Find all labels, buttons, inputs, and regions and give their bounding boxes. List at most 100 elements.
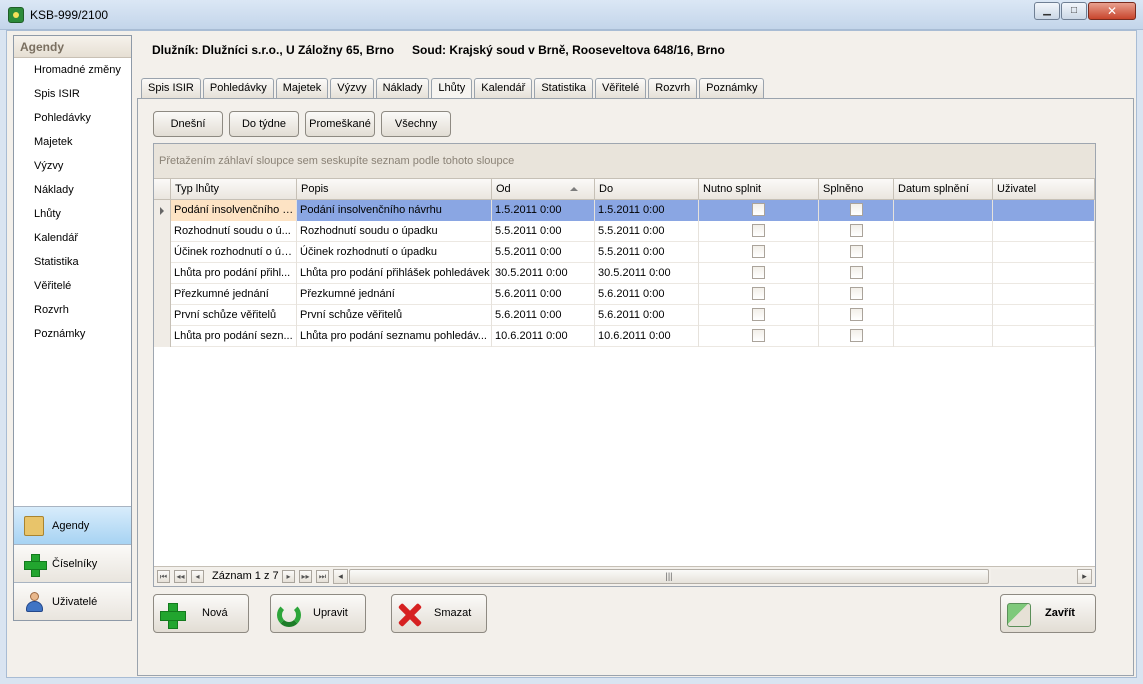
tab-vyzvy[interactable]: Výzvy xyxy=(330,78,374,99)
done-checkbox[interactable] xyxy=(849,203,863,216)
cell-typ[interactable]: Lhůta pro podání přihl... xyxy=(171,263,297,284)
tab-naklady[interactable]: Náklady xyxy=(375,78,430,99)
column-header-popis[interactable]: Popis xyxy=(297,179,492,200)
maximize-button[interactable]: □ xyxy=(1061,2,1087,20)
nav-item-poznamky[interactable]: Poznámky xyxy=(14,322,131,346)
nav-item-rozvrh[interactable]: Rozvrh xyxy=(14,298,131,322)
table-row[interactable]: Lhůta pro podání sezn... Lhůta pro podání… xyxy=(154,326,1095,347)
tab-rozvrh[interactable]: Rozvrh xyxy=(648,78,698,99)
row-selector[interactable] xyxy=(154,305,171,326)
nav-item-vyzvy[interactable]: Výzvy xyxy=(14,154,131,178)
table-row[interactable]: Podání insolvenčního n... Podání insolven… xyxy=(154,200,1095,221)
filter-today-button[interactable]: Dnešní xyxy=(153,111,223,137)
nav-item-kalendar[interactable]: Kalendář xyxy=(14,226,131,250)
row-selector[interactable] xyxy=(154,326,171,347)
first-record-button[interactable]: ⏮ xyxy=(157,570,170,583)
column-header-datum-splneni[interactable]: Datum splnění xyxy=(894,179,993,200)
cell-od[interactable]: 10.6.2011 0:00 xyxy=(492,326,595,347)
cell-splneno[interactable] xyxy=(819,305,894,326)
cell-uzivatel[interactable] xyxy=(993,263,1095,284)
tab-kalendar[interactable]: Kalendář xyxy=(474,78,533,99)
row-selector[interactable] xyxy=(154,263,171,284)
required-checkbox[interactable] xyxy=(752,203,765,216)
column-header-od[interactable]: Od xyxy=(492,179,595,200)
cell-do[interactable]: 5.5.2011 0:00 xyxy=(595,242,699,263)
cell-splneno[interactable] xyxy=(819,200,894,221)
next-page-button[interactable]: ▸▸ xyxy=(299,570,312,583)
cell-splneno[interactable] xyxy=(819,263,894,284)
tab-spis-isir[interactable]: Spis ISIR xyxy=(141,78,201,99)
cell-od[interactable]: 30.5.2011 0:00 xyxy=(492,263,595,284)
nav-item-lhuty[interactable]: Lhůty xyxy=(14,202,131,226)
filter-all-button[interactable]: Všechny xyxy=(381,111,451,137)
cell-uzivatel[interactable] xyxy=(993,284,1095,305)
cell-popis[interactable]: První schůze věřitelů xyxy=(297,305,492,326)
filter-missed-button[interactable]: Promeškané xyxy=(305,111,375,137)
cell-uzivatel[interactable] xyxy=(993,305,1095,326)
cell-nutno-splnit[interactable] xyxy=(699,242,819,263)
cell-datum-splneni[interactable] xyxy=(894,326,993,347)
column-header-splneno[interactable]: Splněno xyxy=(819,179,894,200)
cell-datum-splneni[interactable] xyxy=(894,200,993,221)
delete-button[interactable]: Smazat xyxy=(391,594,487,633)
row-selector[interactable] xyxy=(154,221,171,242)
group-by-panel[interactable]: Přetažením záhlaví sloupce sem seskupíte… xyxy=(154,144,1095,179)
done-checkbox[interactable] xyxy=(849,287,863,300)
table-row[interactable]: Lhůta pro podání přihl... Lhůta pro podán… xyxy=(154,263,1095,284)
edit-button[interactable]: Upravit xyxy=(270,594,366,633)
cell-datum-splneni[interactable] xyxy=(894,263,993,284)
minimize-button[interactable]: ▁ xyxy=(1034,2,1060,20)
tab-lhuty[interactable]: Lhůty xyxy=(431,78,473,100)
column-header-typ[interactable]: Typ lhůty xyxy=(171,179,297,200)
required-checkbox[interactable] xyxy=(752,329,765,342)
nav-item-naklady[interactable]: Náklady xyxy=(14,178,131,202)
nav-item-spis-isir[interactable]: Spis ISIR xyxy=(14,82,131,106)
nav-item-statistika[interactable]: Statistika xyxy=(14,250,131,274)
cell-od[interactable]: 5.5.2011 0:00 xyxy=(492,242,595,263)
cell-popis[interactable]: Přezkumné jednání xyxy=(297,284,492,305)
row-selector[interactable] xyxy=(154,200,171,221)
cell-typ[interactable]: Lhůta pro podání sezn... xyxy=(171,326,297,347)
cell-typ[interactable]: Účinek rozhodnutí o úp... xyxy=(171,242,297,263)
cell-splneno[interactable] xyxy=(819,221,894,242)
horizontal-scrollbar-thumb[interactable]: ||| xyxy=(349,569,989,584)
cell-popis[interactable]: Podání insolvenčního návrhu xyxy=(297,200,492,221)
cell-od[interactable]: 5.5.2011 0:00 xyxy=(492,221,595,242)
cell-typ[interactable]: Přezkumné jednání xyxy=(171,284,297,305)
cell-popis[interactable]: Lhůta pro podání přihlášek pohledávek xyxy=(297,263,492,284)
nav-item-veritele[interactable]: Věřitelé xyxy=(14,274,131,298)
cell-popis[interactable]: Rozhodnutí soudu o úpadku xyxy=(297,221,492,242)
cell-datum-splneni[interactable] xyxy=(894,305,993,326)
column-header-nutno-splnit[interactable]: Nutno splnit xyxy=(699,179,819,200)
cell-uzivatel[interactable] xyxy=(993,326,1095,347)
tab-poznamky[interactable]: Poznámky xyxy=(699,78,765,99)
cell-nutno-splnit[interactable] xyxy=(699,326,819,347)
horizontal-scrollbar-track[interactable] xyxy=(991,569,1077,584)
cell-typ[interactable]: Podání insolvenčního n... xyxy=(171,200,297,221)
cell-typ[interactable]: Rozhodnutí soudu o ú... xyxy=(171,221,297,242)
required-checkbox[interactable] xyxy=(752,287,765,300)
column-header-do[interactable]: Do xyxy=(595,179,699,200)
nav-item-pohledavky[interactable]: Pohledávky xyxy=(14,106,131,130)
last-record-button[interactable]: ⏭ xyxy=(316,570,329,583)
cell-do[interactable]: 30.5.2011 0:00 xyxy=(595,263,699,284)
cell-nutno-splnit[interactable] xyxy=(699,200,819,221)
table-row[interactable]: Přezkumné jednání Přezkumné jednání 5.6.20… xyxy=(154,284,1095,305)
nav-group-agendy[interactable]: Agendy xyxy=(14,506,131,544)
cell-do[interactable]: 1.5.2011 0:00 xyxy=(595,200,699,221)
scroll-right-button[interactable]: ▸ xyxy=(1077,569,1092,584)
cell-nutno-splnit[interactable] xyxy=(699,305,819,326)
tab-statistika[interactable]: Statistika xyxy=(534,78,593,99)
next-record-button[interactable]: ▸ xyxy=(282,570,295,583)
cell-typ[interactable]: První schůze věřitelů xyxy=(171,305,297,326)
nav-item-hromadne-zmeny[interactable]: Hromadné změny xyxy=(14,58,131,82)
cell-splneno[interactable] xyxy=(819,284,894,305)
cell-do[interactable]: 10.6.2011 0:00 xyxy=(595,326,699,347)
required-checkbox[interactable] xyxy=(752,266,765,279)
filter-week-button[interactable]: Do týdne xyxy=(229,111,299,137)
tab-pohledavky[interactable]: Pohledávky xyxy=(202,78,274,99)
cell-nutno-splnit[interactable] xyxy=(699,263,819,284)
cell-nutno-splnit[interactable] xyxy=(699,221,819,242)
cell-do[interactable]: 5.5.2011 0:00 xyxy=(595,221,699,242)
cell-datum-splneni[interactable] xyxy=(894,221,993,242)
